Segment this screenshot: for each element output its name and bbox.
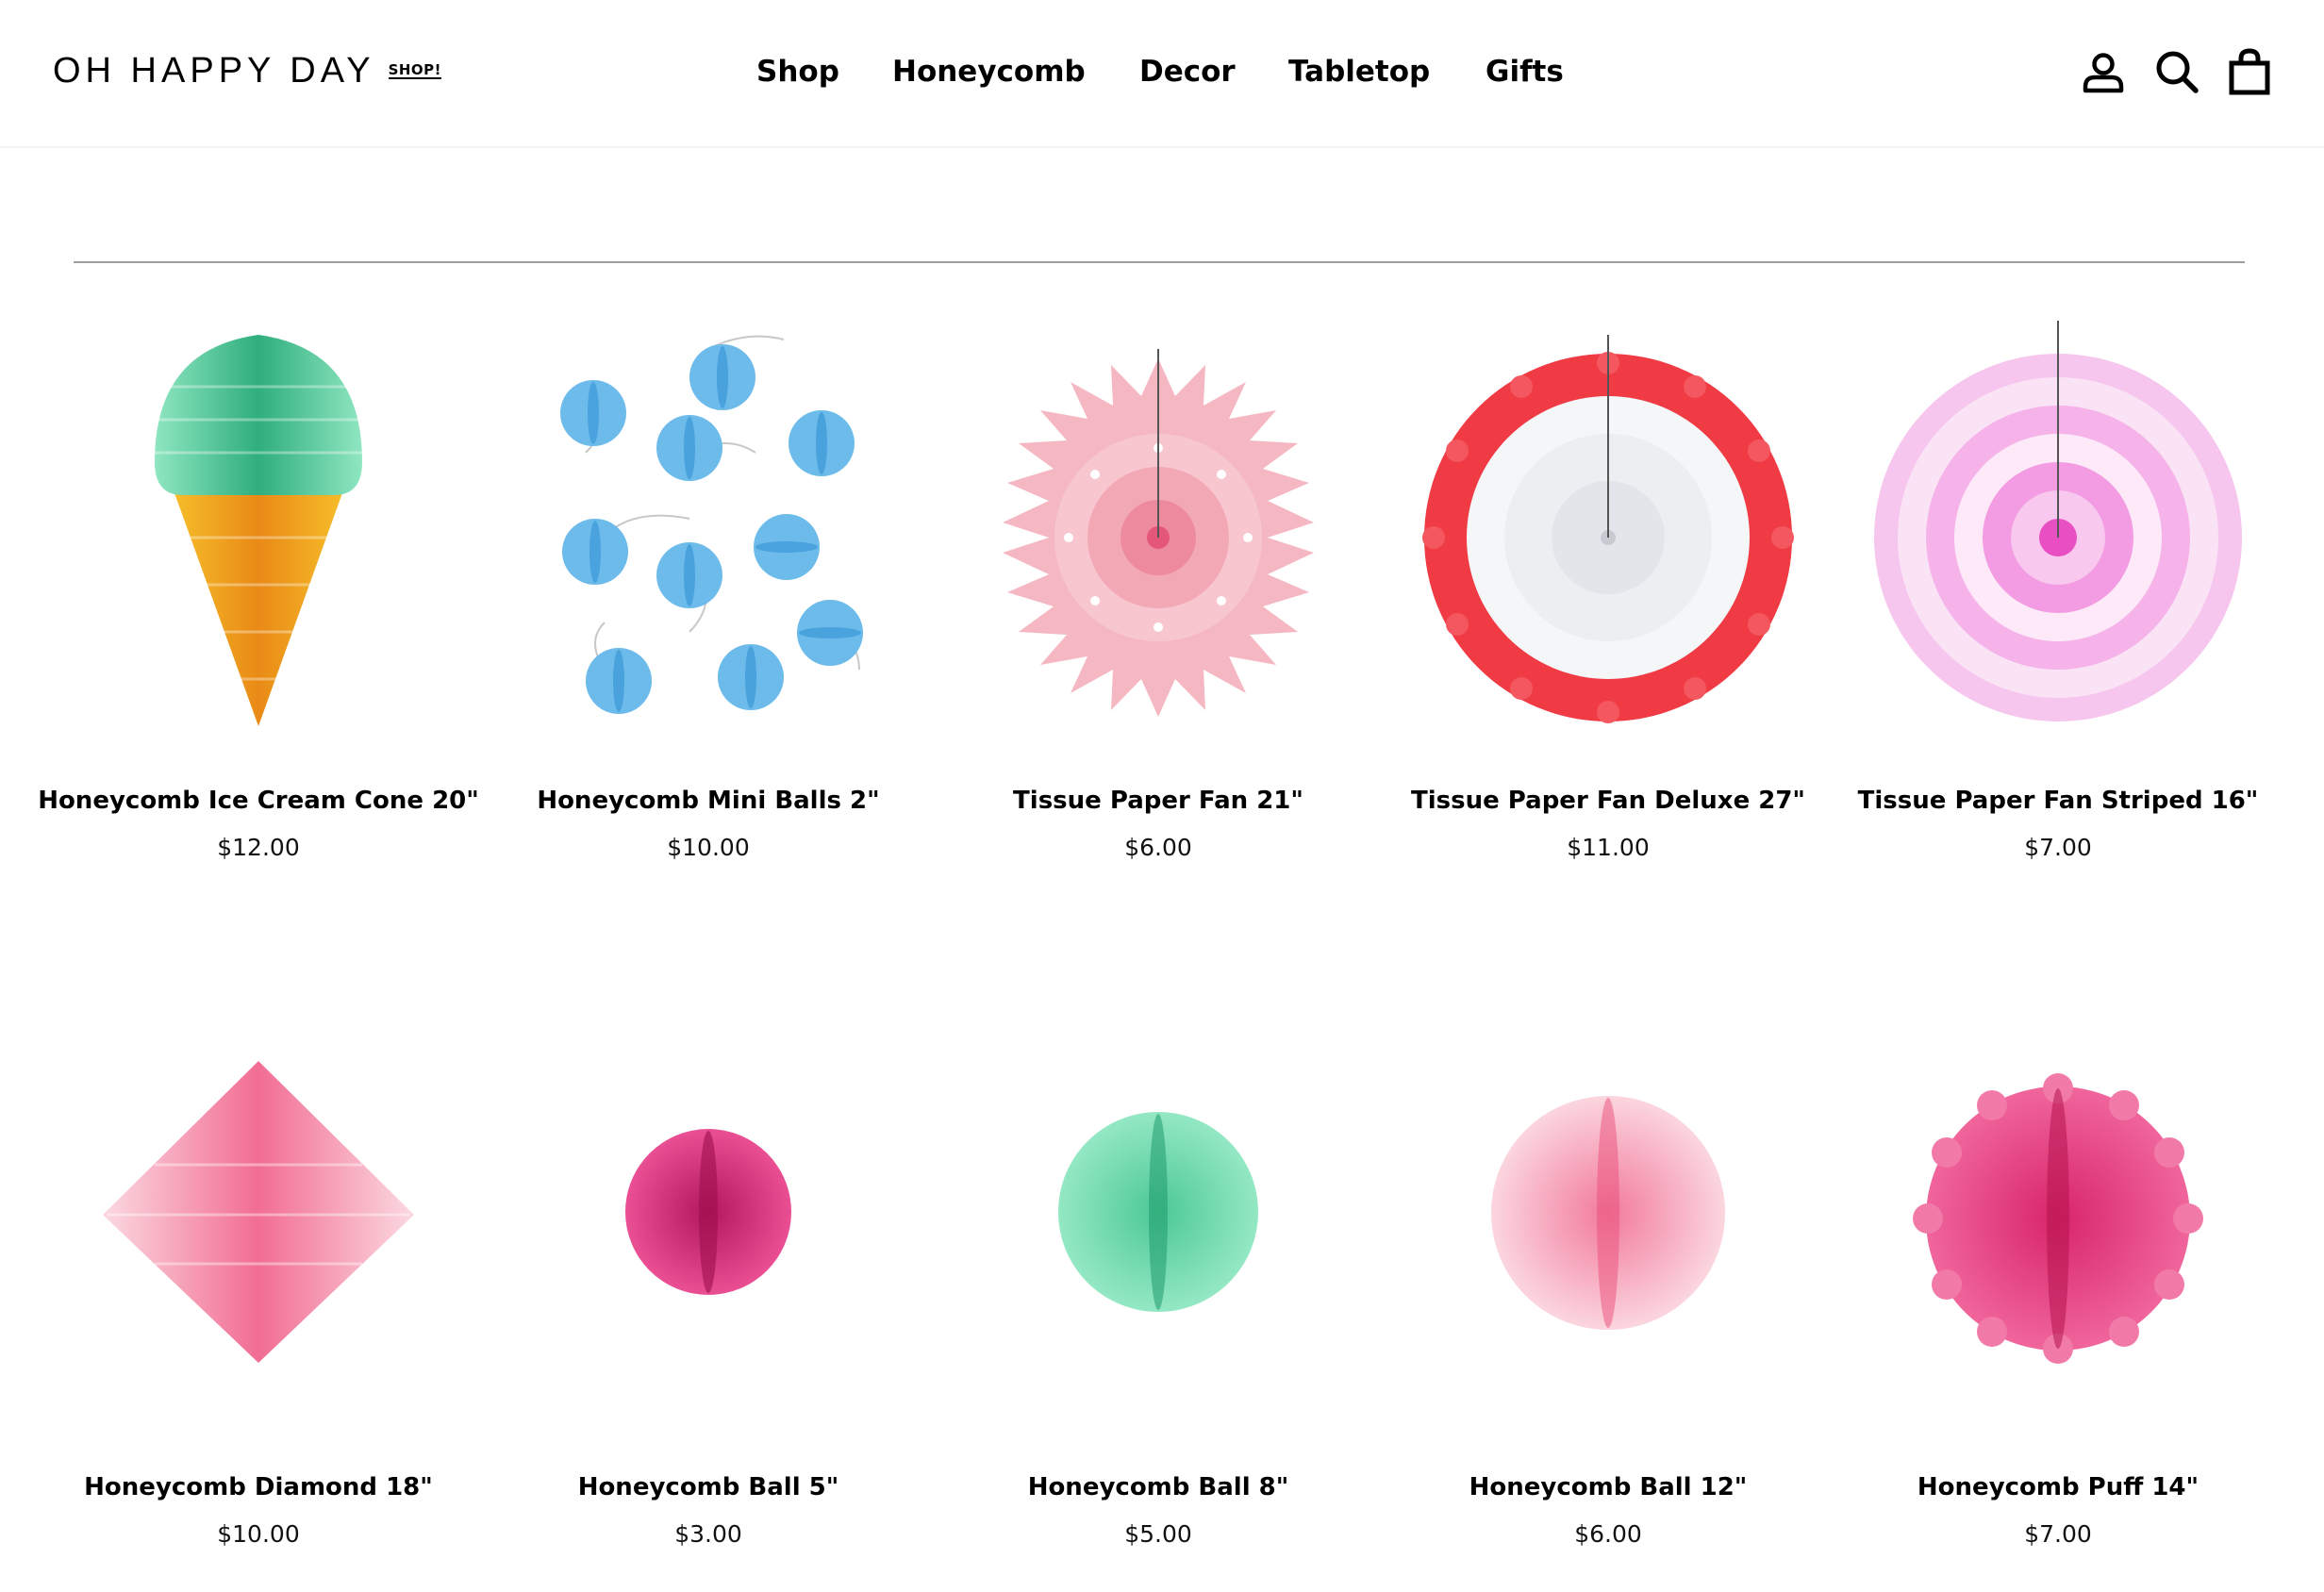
product-price: $12.00 — [217, 834, 300, 861]
product-card[interactable]: Honeycomb Ball 8" $5.00 — [951, 1009, 1366, 1575]
tissue-fan-image[interactable] — [951, 321, 1366, 736]
product-card[interactable]: Honeycomb Ball 5" $3.00 — [501, 1009, 916, 1575]
honeycomb-ball-8-image[interactable] — [951, 1009, 1366, 1424]
product-name[interactable]: Honeycomb Diamond 18" — [32, 1471, 485, 1503]
product-card[interactable]: Honeycomb Ice Cream Cone 20" $12.00 — [38, 321, 479, 887]
main-nav: Shop Honeycomb Decor Tabletop Gifts — [0, 45, 2324, 98]
mini-balls-image[interactable] — [501, 321, 916, 736]
product-card[interactable]: Honeycomb Mini Balls 2" $10.00 — [501, 321, 916, 887]
product-price: $10.00 — [217, 1520, 300, 1548]
nav-decor[interactable]: Decor — [1139, 45, 1236, 98]
product-name[interactable]: Honeycomb Puff 14" — [1832, 1471, 2284, 1503]
product-card[interactable]: Honeycomb Diamond 18" $10.00 — [51, 1009, 466, 1575]
site-header: OH HAPPY DAY SHOP! Shop Honeycomb Decor … — [0, 0, 2324, 148]
product-card[interactable]: Tissue Paper Fan 21" $6.00 — [951, 321, 1366, 887]
search-icon[interactable] — [2150, 45, 2203, 98]
product-price: $6.00 — [1574, 1520, 1642, 1548]
product-name[interactable]: Tissue Paper Fan 21" — [932, 785, 1385, 817]
product-price: $5.00 — [1124, 1520, 1192, 1548]
tissue-fan-deluxe-image[interactable] — [1401, 321, 1816, 736]
account-icon[interactable] — [2077, 45, 2130, 98]
cart-icon[interactable] — [2223, 45, 2276, 98]
tissue-fan-striped-image[interactable] — [1851, 321, 2266, 736]
product-card[interactable]: Tissue Paper Fan Deluxe 27" $11.00 — [1401, 321, 1816, 887]
product-name[interactable]: Tissue Paper Fan Striped 16" — [1832, 785, 2284, 817]
product-name[interactable]: Honeycomb Ball 8" — [932, 1471, 1385, 1503]
product-name[interactable]: Honeycomb Ball 5" — [482, 1471, 935, 1503]
product-name[interactable]: Honeycomb Ball 12" — [1382, 1471, 1834, 1503]
product-price: $7.00 — [2024, 1520, 2092, 1548]
product-card[interactable]: Honeycomb Ball 12" $6.00 — [1401, 1009, 1816, 1575]
product-price: $3.00 — [674, 1520, 742, 1548]
honeycomb-puff-image[interactable] — [1851, 1009, 2266, 1424]
product-card[interactable]: Honeycomb Puff 14" $7.00 — [1851, 1009, 2266, 1575]
product-card[interactable]: Tissue Paper Fan Striped 16" $7.00 — [1851, 321, 2266, 887]
nav-tabletop[interactable]: Tabletop — [1288, 45, 1430, 98]
product-price: $6.00 — [1124, 834, 1192, 861]
honeycomb-ball-5-image[interactable] — [501, 1009, 916, 1424]
nav-gifts[interactable]: Gifts — [1486, 45, 1564, 98]
product-price: $11.00 — [1567, 834, 1650, 861]
nav-shop[interactable]: Shop — [756, 45, 839, 98]
product-name[interactable]: Honeycomb Mini Balls 2" — [482, 785, 935, 817]
product-price: $10.00 — [667, 834, 750, 861]
honeycomb-diamond-image[interactable] — [51, 1009, 466, 1424]
honeycomb-ball-12-image[interactable] — [1401, 1009, 1816, 1424]
product-name[interactable]: Tissue Paper Fan Deluxe 27" — [1382, 785, 1834, 817]
product-price: $7.00 — [2024, 834, 2092, 861]
nav-honeycomb[interactable]: Honeycomb — [892, 45, 1086, 98]
ice-cream-cone-image[interactable] — [51, 321, 466, 736]
product-name[interactable]: Honeycomb Ice Cream Cone 20" — [32, 785, 485, 817]
section-divider — [74, 261, 2245, 263]
